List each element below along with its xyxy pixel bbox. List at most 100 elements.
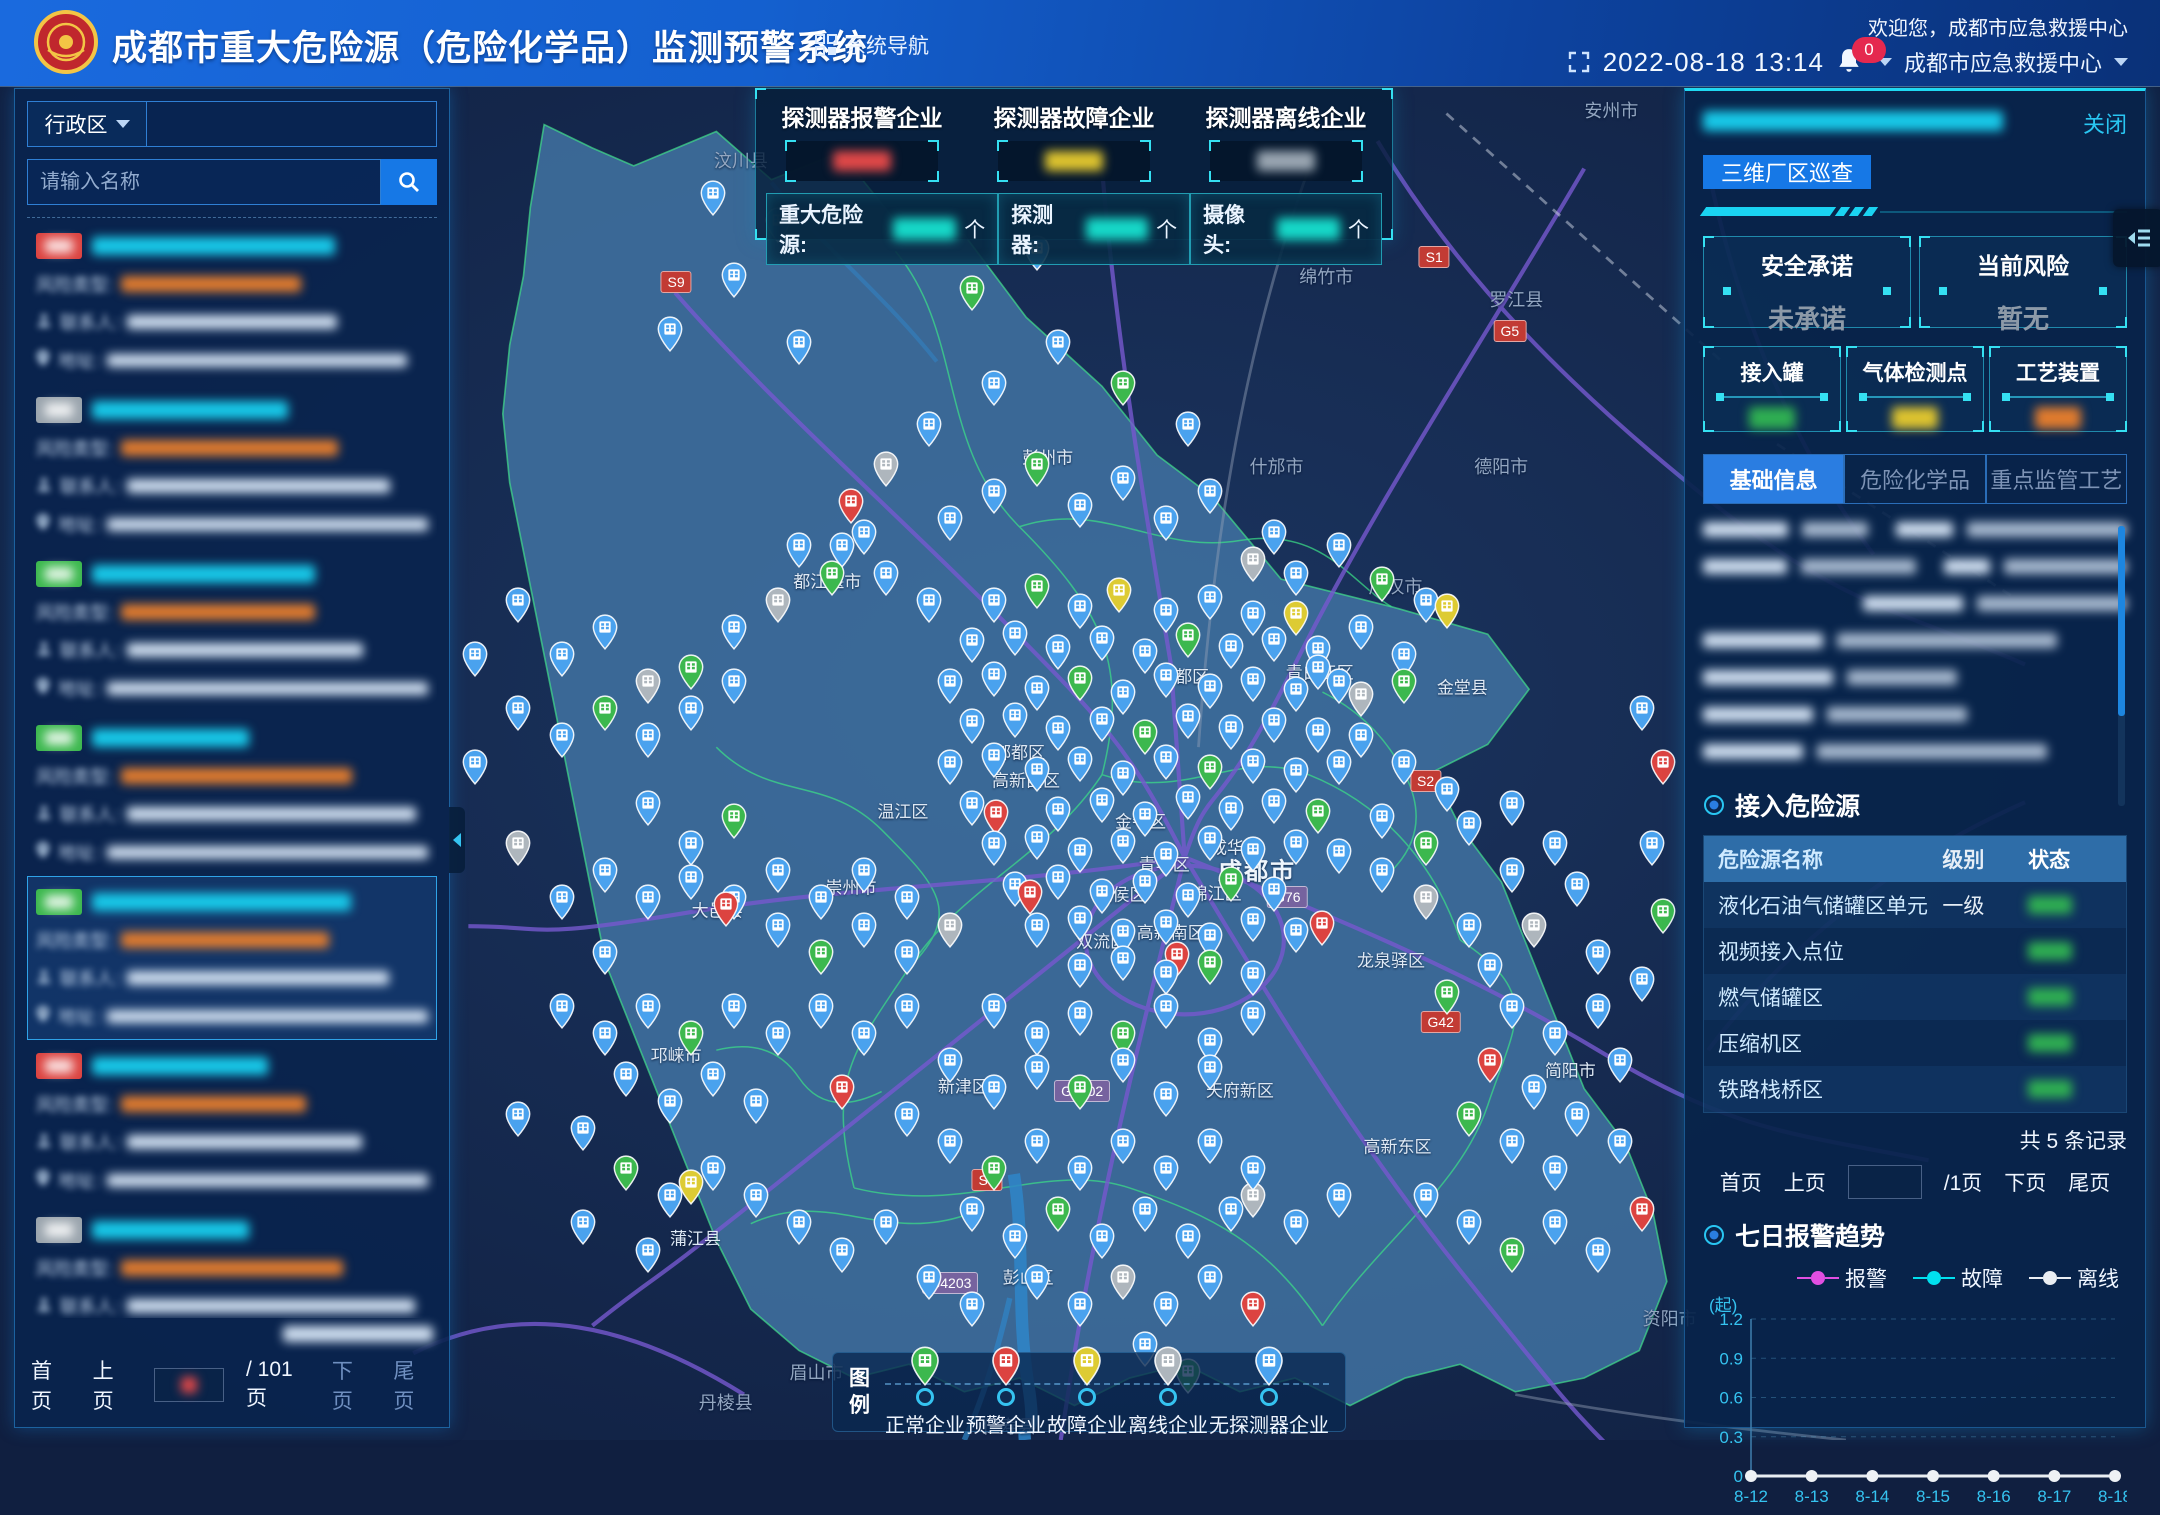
enterprise-map-marker[interactable]	[1002, 620, 1029, 661]
company-card[interactable]: 风险类型:联系人:地址:	[27, 220, 437, 384]
enterprise-map-marker[interactable]	[1196, 825, 1223, 866]
enterprise-map-marker[interactable]	[915, 411, 942, 452]
fullscreen-icon[interactable]	[1567, 50, 1591, 74]
enterprise-map-marker[interactable]	[678, 1169, 705, 1210]
enterprise-map-marker[interactable]	[548, 641, 575, 682]
enterprise-map-marker[interactable]	[915, 1264, 942, 1305]
region-filter-value[interactable]	[147, 101, 437, 147]
enterprise-map-marker[interactable]	[1002, 1223, 1029, 1264]
enterprise-map-marker[interactable]	[1153, 1081, 1180, 1122]
enterprise-map-marker[interactable]	[1455, 810, 1482, 851]
enterprise-map-marker[interactable]	[1308, 910, 1335, 951]
enterprise-map-marker[interactable]	[1105, 577, 1132, 618]
enterprise-map-marker[interactable]	[656, 1088, 683, 1129]
enterprise-map-marker[interactable]	[1347, 681, 1374, 722]
enterprise-map-marker[interactable]	[1412, 1182, 1439, 1223]
enterprise-map-marker[interactable]	[1023, 912, 1050, 953]
enterprise-map-marker[interactable]	[721, 262, 748, 303]
enterprise-map-marker[interactable]	[1563, 1101, 1590, 1142]
enterprise-map-marker[interactable]	[635, 1237, 662, 1278]
enterprise-map-marker[interactable]	[1023, 1128, 1050, 1169]
enterprise-map-marker[interactable]	[1067, 492, 1094, 533]
table-row[interactable]: 燃气储罐区	[1704, 974, 2126, 1020]
enterprise-map-marker[interactable]	[1067, 1155, 1094, 1196]
enterprise-map-marker[interactable]	[1110, 1128, 1137, 1169]
enterprise-map-marker[interactable]	[1196, 478, 1223, 519]
enterprise-map-marker[interactable]	[1045, 329, 1072, 370]
enterprise-map-marker[interactable]	[721, 614, 748, 655]
enterprise-map-marker[interactable]	[1131, 868, 1158, 909]
last-page-link[interactable]: 尾页	[393, 1355, 433, 1415]
page-number-input[interactable]	[154, 1368, 224, 1402]
enterprise-map-marker[interactable]	[1175, 1223, 1202, 1264]
enterprise-map-marker[interactable]	[1326, 532, 1353, 573]
enterprise-map-marker[interactable]	[894, 1101, 921, 1142]
enterprise-map-marker[interactable]	[635, 993, 662, 1034]
enterprise-map-marker[interactable]	[1218, 1196, 1245, 1237]
enterprise-map-marker[interactable]	[1088, 1223, 1115, 1264]
enterprise-map-marker[interactable]	[1153, 1155, 1180, 1196]
enterprise-map-marker[interactable]	[462, 749, 489, 790]
enterprise-map-marker[interactable]	[1369, 857, 1396, 898]
enterprise-map-marker[interactable]	[980, 661, 1007, 702]
enterprise-map-marker[interactable]	[764, 1020, 791, 1061]
enterprise-map-marker[interactable]	[1088, 706, 1115, 747]
enterprise-map-marker[interactable]	[505, 587, 532, 628]
enterprise-map-marker[interactable]	[570, 1209, 597, 1250]
enterprise-map-marker[interactable]	[1045, 1196, 1072, 1237]
enterprise-map-marker[interactable]	[591, 614, 618, 655]
enterprise-map-marker[interactable]	[1110, 1264, 1137, 1305]
tab-危险化学品[interactable]: 危险化学品	[1844, 454, 1985, 504]
enterprise-map-marker[interactable]	[851, 912, 878, 953]
enterprise-map-marker[interactable]	[872, 451, 899, 492]
enterprise-map-marker[interactable]	[1628, 966, 1655, 1007]
enterprise-map-marker[interactable]	[1261, 707, 1288, 748]
enterprise-map-marker[interactable]	[1175, 622, 1202, 663]
search-button[interactable]	[381, 159, 437, 205]
enterprise-map-marker[interactable]	[1023, 824, 1050, 865]
enterprise-map-marker[interactable]	[1196, 949, 1223, 990]
enterprise-map-marker[interactable]	[894, 993, 921, 1034]
enterprise-map-marker[interactable]	[937, 505, 964, 546]
close-button[interactable]: 关闭	[2083, 107, 2127, 139]
enterprise-map-marker[interactable]	[1542, 1020, 1569, 1061]
company-card[interactable]: 风险类型:联系人:地址:	[27, 1040, 437, 1204]
enterprise-map-marker[interactable]	[1023, 573, 1050, 614]
enterprise-map-marker[interactable]	[591, 939, 618, 980]
enterprise-map-marker[interactable]	[818, 560, 845, 601]
enterprise-map-marker[interactable]	[829, 1074, 856, 1115]
enterprise-map-marker[interactable]	[1261, 626, 1288, 667]
enterprise-map-marker[interactable]	[1628, 1196, 1655, 1237]
enterprise-map-marker[interactable]	[1239, 546, 1266, 587]
enterprise-map-marker[interactable]	[894, 939, 921, 980]
enterprise-map-marker[interactable]	[1067, 1291, 1094, 1332]
enterprise-map-marker[interactable]	[462, 641, 489, 682]
enterprise-map-marker[interactable]	[591, 1020, 618, 1061]
enterprise-map-marker[interactable]	[1499, 857, 1526, 898]
enterprise-map-marker[interactable]	[937, 1128, 964, 1169]
first-page-link[interactable]: 首页	[1720, 1167, 1762, 1197]
enterprise-map-marker[interactable]	[721, 803, 748, 844]
enterprise-map-marker[interactable]	[1607, 1047, 1634, 1088]
enterprise-map-marker[interactable]	[1283, 829, 1310, 870]
company-card[interactable]: 风险类型:联系人:地址:	[27, 548, 437, 712]
enterprise-map-marker[interactable]	[712, 891, 739, 932]
enterprise-map-marker[interactable]	[1239, 960, 1266, 1001]
enterprise-map-marker[interactable]	[1261, 788, 1288, 829]
company-card[interactable]: 风险类型:联系人:地址:	[27, 1204, 437, 1318]
enterprise-map-marker[interactable]	[894, 884, 921, 925]
enterprise-map-marker[interactable]	[1434, 979, 1461, 1020]
enterprise-map-marker[interactable]	[872, 560, 899, 601]
enterprise-map-marker[interactable]	[1175, 411, 1202, 452]
enterprise-map-marker[interactable]	[1239, 1291, 1266, 1332]
enterprise-map-marker[interactable]	[851, 1020, 878, 1061]
enterprise-map-marker[interactable]	[1283, 560, 1310, 601]
prev-page-link[interactable]: 上页	[93, 1355, 133, 1415]
scrollbar[interactable]	[2118, 526, 2125, 806]
last-page-link[interactable]: 尾页	[2068, 1167, 2110, 1197]
enterprise-map-marker[interactable]	[635, 790, 662, 831]
enterprise-map-marker[interactable]	[1088, 625, 1115, 666]
enterprise-map-marker[interactable]	[1499, 1128, 1526, 1169]
enterprise-map-marker[interactable]	[1002, 702, 1029, 743]
enterprise-map-marker[interactable]	[1434, 593, 1461, 634]
